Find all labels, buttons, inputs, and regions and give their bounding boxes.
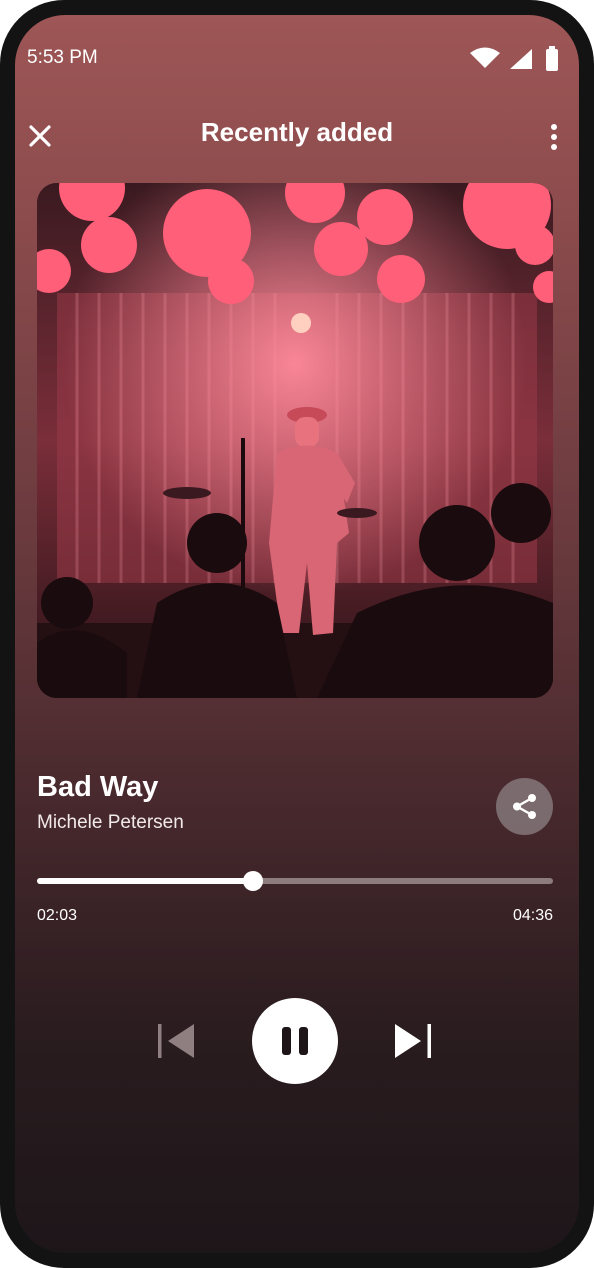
skip-previous-icon (158, 1024, 194, 1058)
cellular-signal-icon (510, 49, 532, 69)
share-button[interactable] (496, 778, 553, 835)
artwork-image (37, 183, 553, 698)
album-artwork (37, 183, 553, 698)
track-artist: Michele Petersen (37, 812, 184, 833)
total-time: 04:36 (512, 907, 553, 924)
next-track-button[interactable] (393, 1021, 433, 1061)
close-icon (29, 125, 51, 147)
skip-next-icon (395, 1024, 431, 1058)
previous-track-button[interactable] (156, 1021, 196, 1061)
elapsed-time: 02:03 (37, 907, 78, 924)
progress-handle[interactable] (242, 871, 263, 891)
more-options-button[interactable] (549, 123, 559, 151)
pause-icon (282, 1027, 308, 1055)
more-vertical-icon (551, 124, 557, 150)
status-bar: 5:53 PM (15, 15, 579, 105)
progress-fill (37, 878, 253, 884)
status-icons (455, 45, 565, 75)
close-button[interactable] (25, 121, 55, 151)
wifi-icon (470, 47, 500, 68)
status-time: 5:53 PM (27, 47, 98, 68)
track-title: Bad Way (37, 771, 159, 803)
progress-slider[interactable] (37, 871, 553, 891)
phone-frame: 5:53 PM Recently added Bad Way Michele P… (0, 0, 594, 1268)
pause-button[interactable] (252, 998, 338, 1084)
now-playing-screen: 5:53 PM Recently added Bad Way Michele P… (15, 15, 579, 1253)
page-title: Recently added (200, 117, 394, 147)
share-icon (513, 794, 536, 819)
battery-icon (546, 46, 558, 71)
